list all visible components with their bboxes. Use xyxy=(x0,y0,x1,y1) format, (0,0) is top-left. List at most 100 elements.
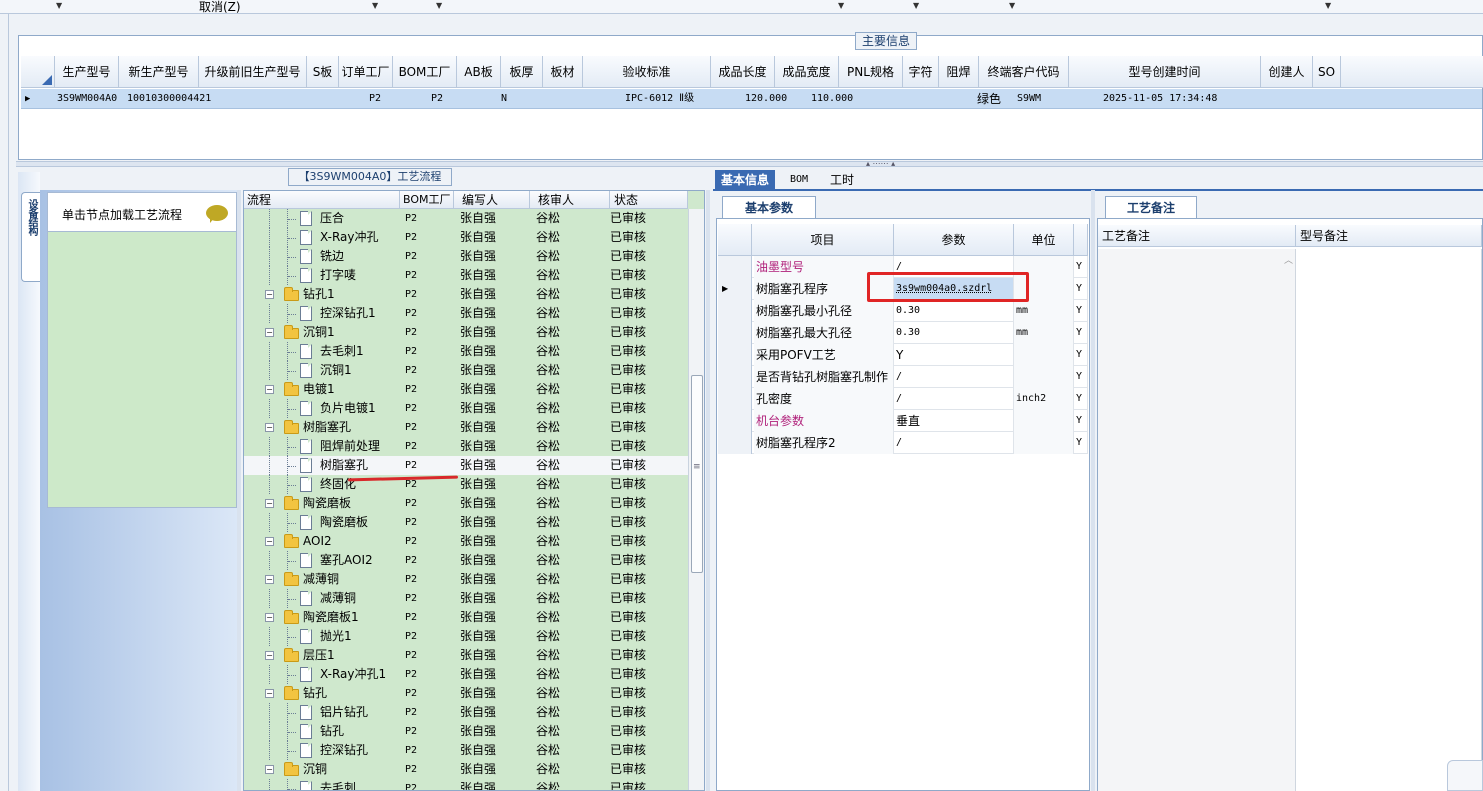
collapse-toggle-icon[interactable]: − xyxy=(265,499,274,508)
param-row[interactable]: 孔密度 / inch2 Y xyxy=(718,388,1088,410)
middle-splitter[interactable] xyxy=(706,190,710,791)
main-col-6[interactable]: AB板 xyxy=(457,56,501,88)
param-value-cell[interactable]: 垂直 xyxy=(894,410,1014,432)
cancel-button[interactable]: 取消(Z) xyxy=(199,0,241,15)
dropdown-arrow-icon[interactable]: ▼ xyxy=(1009,2,1015,10)
tree-row[interactable]: − 层压1 P2 张自强 谷松 已审核 xyxy=(244,646,688,665)
main-info-row[interactable]: ▶ 3S9WM004A0 10010300004421 P2 P2 N IPC-… xyxy=(21,89,1482,109)
tree-row[interactable]: 负片电镀1 P2 张自强 谷松 已审核 xyxy=(244,399,688,418)
collapse-toggle-icon[interactable]: − xyxy=(265,765,274,774)
tree-scroll-thumb[interactable]: ≡ xyxy=(691,375,703,573)
col-status[interactable]: 状态 xyxy=(610,191,688,209)
structure-tree-area[interactable] xyxy=(47,232,237,508)
horizontal-splitter[interactable]: ▴ ⋯⋯ ▴ xyxy=(16,159,1483,168)
dropdown-arrow-icon[interactable]: ▼ xyxy=(838,2,844,10)
row-header[interactable]: ▶ xyxy=(718,278,752,300)
tree-row[interactable]: 减薄铜 P2 张自强 谷松 已审核 xyxy=(244,589,688,608)
collapse-toggle-icon[interactable]: − xyxy=(265,385,274,394)
tree-row[interactable]: − 减薄铜 P2 张自强 谷松 已审核 xyxy=(244,570,688,589)
col-process-remark[interactable]: 工艺备注 xyxy=(1098,225,1296,247)
process-remark-body[interactable] xyxy=(1098,249,1296,791)
col-writer[interactable]: 编写人 xyxy=(454,191,530,209)
tree-row[interactable]: 塞孔AOI2 P2 张自强 谷松 已审核 xyxy=(244,551,688,570)
cell-standard[interactable]: IPC-6012 Ⅱ级 xyxy=(625,89,694,109)
row-header[interactable] xyxy=(718,322,752,344)
row-header[interactable] xyxy=(718,432,752,454)
tree-scrollbar[interactable]: ≡ xyxy=(688,209,704,790)
collapse-toggle-icon[interactable]: − xyxy=(265,537,274,546)
dropdown-arrow-icon[interactable]: ▼ xyxy=(1325,2,1331,10)
tree-row[interactable]: − 陶瓷磨板1 P2 张自强 谷松 已审核 xyxy=(244,608,688,627)
collapse-toggle-icon[interactable]: − xyxy=(265,651,274,660)
tab-basic-info[interactable]: 基本信息 xyxy=(715,170,776,190)
param-row[interactable]: 树脂塞孔程序2/ Y xyxy=(718,432,1088,454)
param-row[interactable]: 树脂塞孔最小孔径 0.30 mm Y xyxy=(718,300,1088,322)
main-col-3[interactable]: S板 xyxy=(307,56,339,88)
param-row[interactable]: 机台参数 垂直 Y xyxy=(718,410,1088,432)
param-value-cell[interactable]: / xyxy=(894,432,1014,454)
cell-prod-model[interactable]: 3S9WM004A0 xyxy=(57,89,117,109)
col-unit[interactable]: 单位 xyxy=(1014,224,1074,256)
tab-bom[interactable]: BOM xyxy=(784,170,814,190)
cell-width[interactable]: 110.000 xyxy=(811,89,853,109)
main-col-14[interactable]: 阻焊 xyxy=(939,56,979,88)
node-hint-box[interactable]: 单击节点加载工艺流程 xyxy=(47,192,237,232)
collapse-toggle-icon[interactable]: − xyxy=(265,613,274,622)
collapse-toggle-icon[interactable]: − xyxy=(265,290,274,299)
tree-row[interactable]: − 陶瓷磨板 P2 张自强 谷松 已审核 xyxy=(244,494,688,513)
main-col-11[interactable]: 成品宽度 xyxy=(775,56,839,88)
cell-length[interactable]: 120.000 xyxy=(745,89,787,109)
tree-row[interactable]: 树脂塞孔 P2 张自强 谷松 已审核 xyxy=(244,456,688,475)
tree-row[interactable]: 铝片钻孔 P2 张自强 谷松 已审核 xyxy=(244,703,688,722)
cell-customer[interactable]: S9WM xyxy=(1017,89,1041,109)
row-header[interactable] xyxy=(718,388,752,410)
right-splitter[interactable] xyxy=(1091,190,1095,791)
main-col-4[interactable]: 订单工厂 xyxy=(339,56,393,88)
main-col-15[interactable]: 终端客户代码 xyxy=(979,56,1069,88)
main-col-13[interactable]: 字符 xyxy=(903,56,939,88)
tree-row[interactable]: − 钻孔1 P2 张自强 谷松 已审核 xyxy=(244,285,688,304)
tree-row[interactable]: 压合 P2 张自强 谷松 已审核 xyxy=(244,209,688,228)
tree-row[interactable]: 陶瓷磨板 P2 张自强 谷松 已审核 xyxy=(244,513,688,532)
scroll-up-icon[interactable]: ︿ xyxy=(1284,253,1293,266)
tab-work-hours[interactable]: 工时 xyxy=(824,170,860,190)
col-flow[interactable]: 流程 xyxy=(244,191,400,209)
main-col-0[interactable]: 生产型号 xyxy=(55,56,119,88)
tree-row[interactable]: − AOI2 P2 张自强 谷松 已审核 xyxy=(244,532,688,551)
tree-row[interactable]: 抛光1 P2 张自强 谷松 已审核 xyxy=(244,627,688,646)
param-value-cell[interactable]: 0.30 xyxy=(894,300,1014,322)
main-col-1[interactable]: 新生产型号 xyxy=(119,56,199,88)
cell-ab[interactable]: N xyxy=(501,89,507,109)
col-item[interactable]: 项目 xyxy=(752,224,894,256)
left-splitter[interactable] xyxy=(237,190,241,791)
main-col-16[interactable]: 型号创建时间 xyxy=(1069,56,1261,88)
param-value-cell[interactable]: / xyxy=(894,388,1014,410)
cell-order-factory[interactable]: P2 xyxy=(369,89,381,109)
collapse-toggle-icon[interactable]: − xyxy=(265,689,274,698)
main-col-2[interactable]: 升级前旧生产型号 xyxy=(199,56,307,88)
cell-bom-factory[interactable]: P2 xyxy=(431,89,443,109)
main-col-12[interactable]: PNL规格 xyxy=(839,56,903,88)
row-header[interactable] xyxy=(718,256,752,278)
tree-row[interactable]: 钻孔 P2 张自强 谷松 已审核 xyxy=(244,722,688,741)
main-col-18[interactable]: SO xyxy=(1313,56,1341,88)
collapse-toggle-icon[interactable]: − xyxy=(265,575,274,584)
tree-row[interactable]: 阻焊前处理 P2 张自强 谷松 已审核 xyxy=(244,437,688,456)
param-row[interactable]: 采用POFV工艺 Y Y xyxy=(718,344,1088,366)
tree-row[interactable]: 终固化 P2 张自强 谷松 已审核 xyxy=(244,475,688,494)
main-col-17[interactable]: 创建人 xyxy=(1261,56,1313,88)
main-col-10[interactable]: 成品长度 xyxy=(711,56,775,88)
tree-row[interactable]: − 沉铜1 P2 张自强 谷松 已审核 xyxy=(244,323,688,342)
col-model-remark[interactable]: 型号备注 xyxy=(1296,225,1482,247)
col-reviewer[interactable]: 核审人 xyxy=(530,191,610,209)
cell-created[interactable]: 2025-11-05 17:34:48 xyxy=(1103,89,1217,109)
param-value-cell[interactable]: 0.30 xyxy=(894,322,1014,344)
tree-row[interactable]: X-Ray冲孔 P2 张自强 谷松 已审核 xyxy=(244,228,688,247)
param-value-cell[interactable]: Y xyxy=(894,344,1014,366)
tree-row[interactable]: 打字唛 P2 张自强 谷松 已审核 xyxy=(244,266,688,285)
dropdown-arrow-icon[interactable]: ▼ xyxy=(913,2,919,10)
tree-row[interactable]: 沉铜1 P2 张自强 谷松 已审核 xyxy=(244,361,688,380)
dropdown-arrow-icon[interactable]: ▼ xyxy=(372,2,378,10)
tree-row[interactable]: 控深钻孔 P2 张自强 谷松 已审核 xyxy=(244,741,688,760)
cell-new-model[interactable]: 10010300004421 xyxy=(127,89,211,109)
